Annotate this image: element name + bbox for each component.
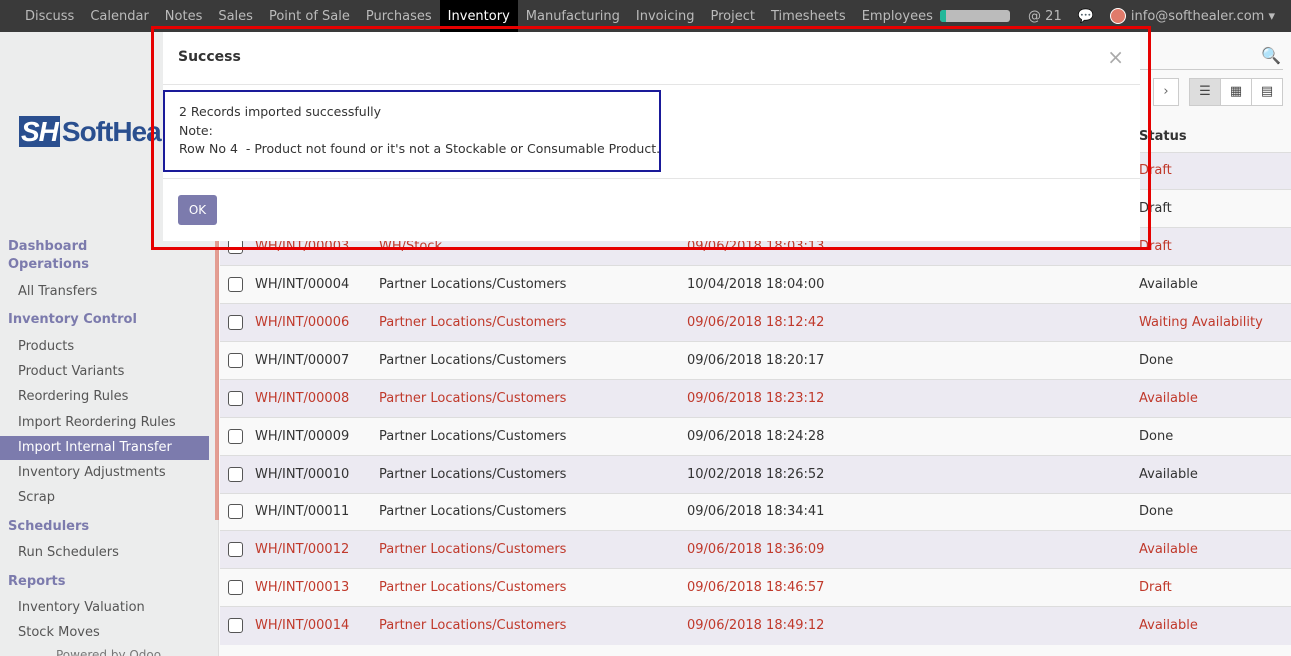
progress-fill (940, 10, 946, 22)
avatar (1109, 8, 1126, 24)
dialog-title: Success (178, 49, 241, 65)
message-line: 2 Records imported successfully (179, 104, 382, 119)
message-line: Note: (179, 122, 213, 138)
import-message-box: 2 Records imported successfully Note: Ro… (163, 90, 661, 172)
dialog-header: Success × (163, 32, 1140, 85)
message-line: Row No 4 - Product not found or it's not… (179, 141, 661, 156)
dialog-footer: OK (163, 178, 1140, 241)
user-menu[interactable]: info@softhealer.com ▾ (1109, 8, 1275, 24)
topnav-item[interactable]: Discuss (17, 0, 82, 32)
success-dialog: Success × 2 Records imported successfull… (163, 32, 1140, 241)
topnav-item[interactable]: Calendar (82, 0, 156, 32)
close-icon[interactable]: × (1107, 45, 1124, 69)
user-email: info@softhealer.com ▾ (1130, 8, 1275, 24)
progress-indicator (940, 10, 1011, 22)
ok-button[interactable]: OK (178, 195, 217, 225)
mentions-counter[interactable]: @ 21 (1028, 9, 1062, 24)
chat-icon[interactable]: 💬 (1078, 9, 1094, 24)
